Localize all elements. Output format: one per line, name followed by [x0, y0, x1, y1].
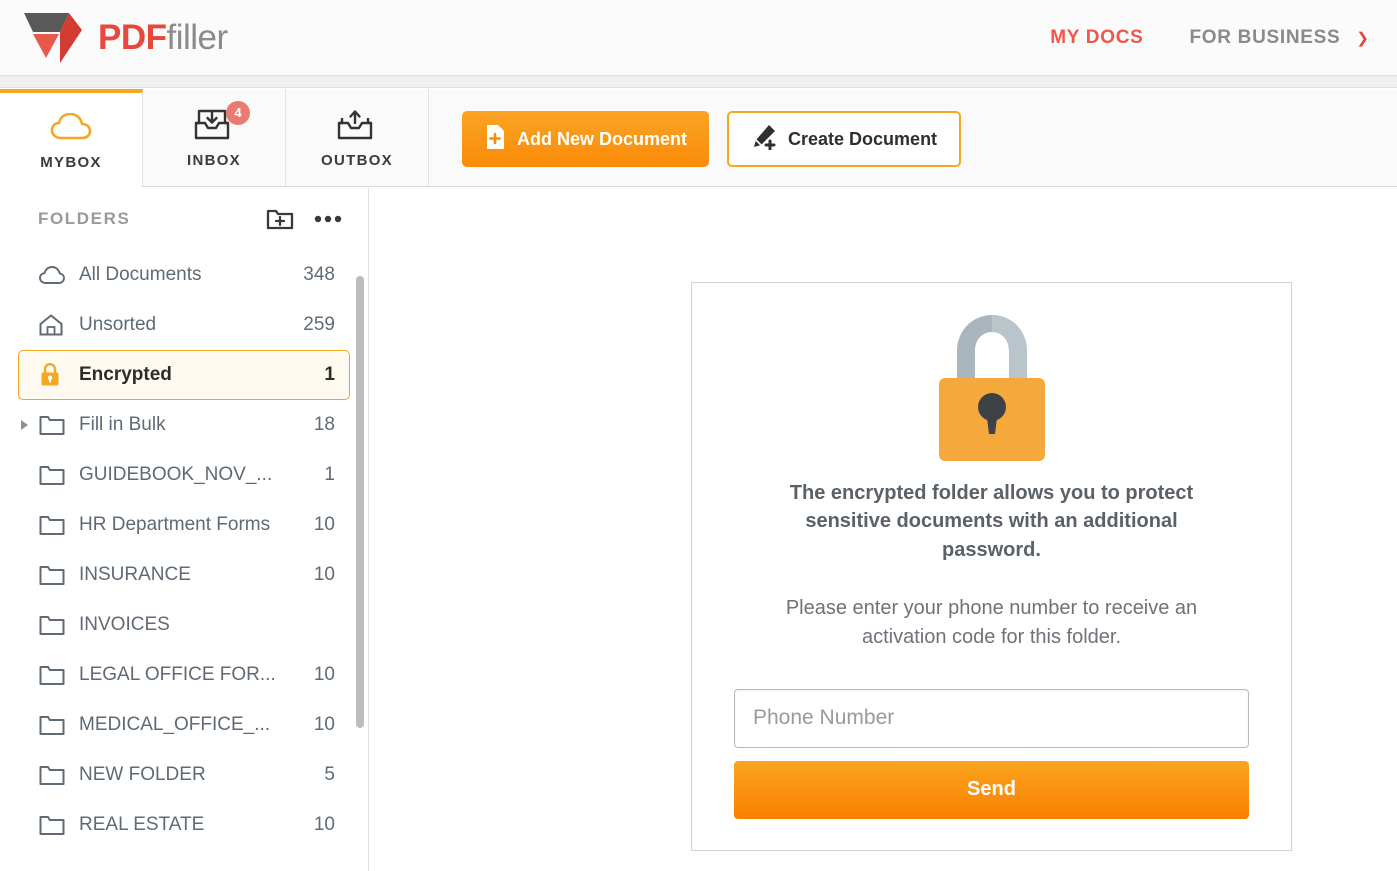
folder-label: Encrypted	[79, 364, 172, 385]
folder-label: GUIDEBOOK_NOV_...	[79, 464, 273, 485]
folder-icon	[39, 564, 67, 586]
header-divider-strip	[0, 76, 1397, 88]
lock-icon	[39, 363, 67, 387]
header-nav: MY DOCS FOR BUSINESS ❯	[1050, 27, 1369, 49]
more-options-icon[interactable]	[314, 215, 342, 223]
chevron-down-icon[interactable]: ❯	[1356, 29, 1369, 47]
folder-item-invoices[interactable]: INVOICES	[18, 600, 350, 650]
folders-header-actions	[266, 207, 342, 231]
logo-filler-text: filler	[166, 18, 229, 57]
main-content: The encrypted folder allows you to prote…	[370, 188, 1397, 871]
folder-item-real-estate[interactable]: REAL ESTATE 10	[18, 800, 350, 850]
folders-title: FOLDERS	[38, 209, 131, 228]
folder-count: 259	[303, 314, 335, 335]
encrypted-folder-card: The encrypted folder allows you to prote…	[691, 282, 1292, 851]
card-heading: The encrypted folder allows you to prote…	[789, 482, 1194, 561]
folder-icon	[39, 464, 67, 486]
folder-label: HR Department Forms	[79, 514, 271, 535]
folder-icon	[39, 414, 67, 436]
pdffiller-funnel-logo	[24, 12, 82, 63]
folder-icon	[39, 614, 67, 636]
document-plus-icon	[484, 124, 506, 155]
create-document-label: Create Document	[788, 128, 938, 149]
folder-label: Fill in Bulk	[79, 414, 166, 435]
folder-item-hr-department-forms[interactable]: HR Department Forms 10	[18, 500, 350, 550]
tab-outbox-label: OUTBOX	[321, 151, 393, 169]
folder-icon	[39, 514, 67, 536]
nav-my-docs[interactable]: MY DOCS	[1050, 27, 1143, 49]
folder-icon	[39, 764, 67, 786]
pen-plus-icon	[751, 124, 777, 155]
folder-count: 18	[313, 414, 335, 435]
folder-icon	[39, 814, 67, 836]
folder-label: INVOICES	[79, 614, 170, 635]
new-folder-icon[interactable]	[266, 207, 294, 231]
nav-for-business[interactable]: FOR BUSINESS	[1190, 27, 1341, 49]
home-icon	[39, 314, 67, 336]
folder-count: 10	[313, 814, 335, 835]
sidebar-scrollbar[interactable]	[356, 276, 364, 728]
tab-inbox-label: INBOX	[186, 151, 241, 169]
folder-label: LEGAL OFFICE FOR...	[79, 664, 276, 685]
folder-item-fill-in-bulk[interactable]: Fill in Bulk 18	[18, 400, 350, 450]
send-button[interactable]: Send	[734, 760, 1249, 819]
folders-header: FOLDERS	[0, 188, 368, 250]
create-document-button[interactable]: Create Document	[727, 111, 962, 167]
folder-count: 10	[313, 714, 335, 735]
folder-count: 348	[303, 264, 335, 285]
cloud-icon	[50, 109, 92, 145]
tab-mybox[interactable]: MYBOX	[0, 89, 143, 187]
folders-sidebar: FOLDERS All Documents 348 Unsorted 259 E…	[0, 188, 369, 871]
tab-inbox[interactable]: 4 INBOX	[143, 89, 286, 186]
expand-arrow-icon[interactable]	[21, 420, 28, 430]
folder-item-guidebook[interactable]: GUIDEBOOK_NOV_... 1	[18, 450, 350, 500]
folder-count: 1	[324, 464, 335, 485]
folder-item-medical-office[interactable]: MEDICAL_OFFICE_... 10	[18, 700, 350, 750]
folder-label: INSURANCE	[79, 564, 191, 585]
folder-count: 5	[324, 764, 335, 785]
folder-count: 10	[313, 514, 335, 535]
folder-count: 10	[313, 564, 335, 585]
folder-item-all-documents[interactable]: All Documents 348	[18, 250, 350, 300]
folder-list: All Documents 348 Unsorted 259 Encrypted…	[0, 250, 368, 850]
folder-item-encrypted[interactable]: Encrypted 1	[18, 350, 350, 400]
inbox-badge: 4	[226, 100, 250, 125]
outbox-up-icon	[337, 107, 377, 143]
folder-item-new-folder[interactable]: NEW FOLDER 5	[18, 750, 350, 800]
folder-label: MEDICAL_OFFICE_...	[79, 714, 271, 735]
logo-pdf-text: PDF	[98, 18, 167, 57]
add-new-document-button[interactable]: Add New Document	[462, 111, 710, 167]
folder-label: NEW FOLDER	[79, 764, 206, 785]
tab-mybox-label: MYBOX	[40, 154, 102, 171]
brand-logo[interactable]: PDFfiller	[22, 10, 228, 66]
padlock-icon	[917, 304, 1067, 471]
folder-label: Unsorted	[79, 314, 157, 335]
folder-item-legal-office-forms[interactable]: LEGAL OFFICE FOR... 10	[18, 650, 350, 700]
tab-bar: MYBOX 4 INBOX OUTBOX Add New Document Cr…	[0, 89, 1397, 187]
folder-label: REAL ESTATE	[79, 814, 205, 835]
tab-outbox[interactable]: OUTBOX	[286, 89, 429, 186]
logo-wordmark: PDFfiller	[98, 20, 228, 55]
folder-label: All Documents	[79, 264, 202, 285]
phone-number-input[interactable]	[734, 688, 1249, 748]
document-actions: Add New Document Create Document	[462, 111, 962, 167]
folder-item-unsorted[interactable]: Unsorted 259	[18, 300, 350, 350]
add-new-document-label: Add New Document	[517, 128, 688, 149]
folder-item-insurance[interactable]: INSURANCE 10	[18, 550, 350, 600]
folder-count: 1	[324, 364, 335, 385]
pdffiller-app: PDFfiller MY DOCS FOR BUSINESS ❯ MYBOX 4…	[0, 0, 1397, 871]
cloud-icon	[39, 265, 67, 285]
folder-icon	[39, 714, 67, 736]
app-header: PDFfiller MY DOCS FOR BUSINESS ❯	[0, 0, 1397, 76]
card-subtext: Please enter your phone number to receiv…	[785, 597, 1198, 648]
inbox-down-icon: 4	[194, 100, 250, 143]
folder-icon	[39, 664, 67, 686]
folder-count: 10	[313, 664, 335, 685]
